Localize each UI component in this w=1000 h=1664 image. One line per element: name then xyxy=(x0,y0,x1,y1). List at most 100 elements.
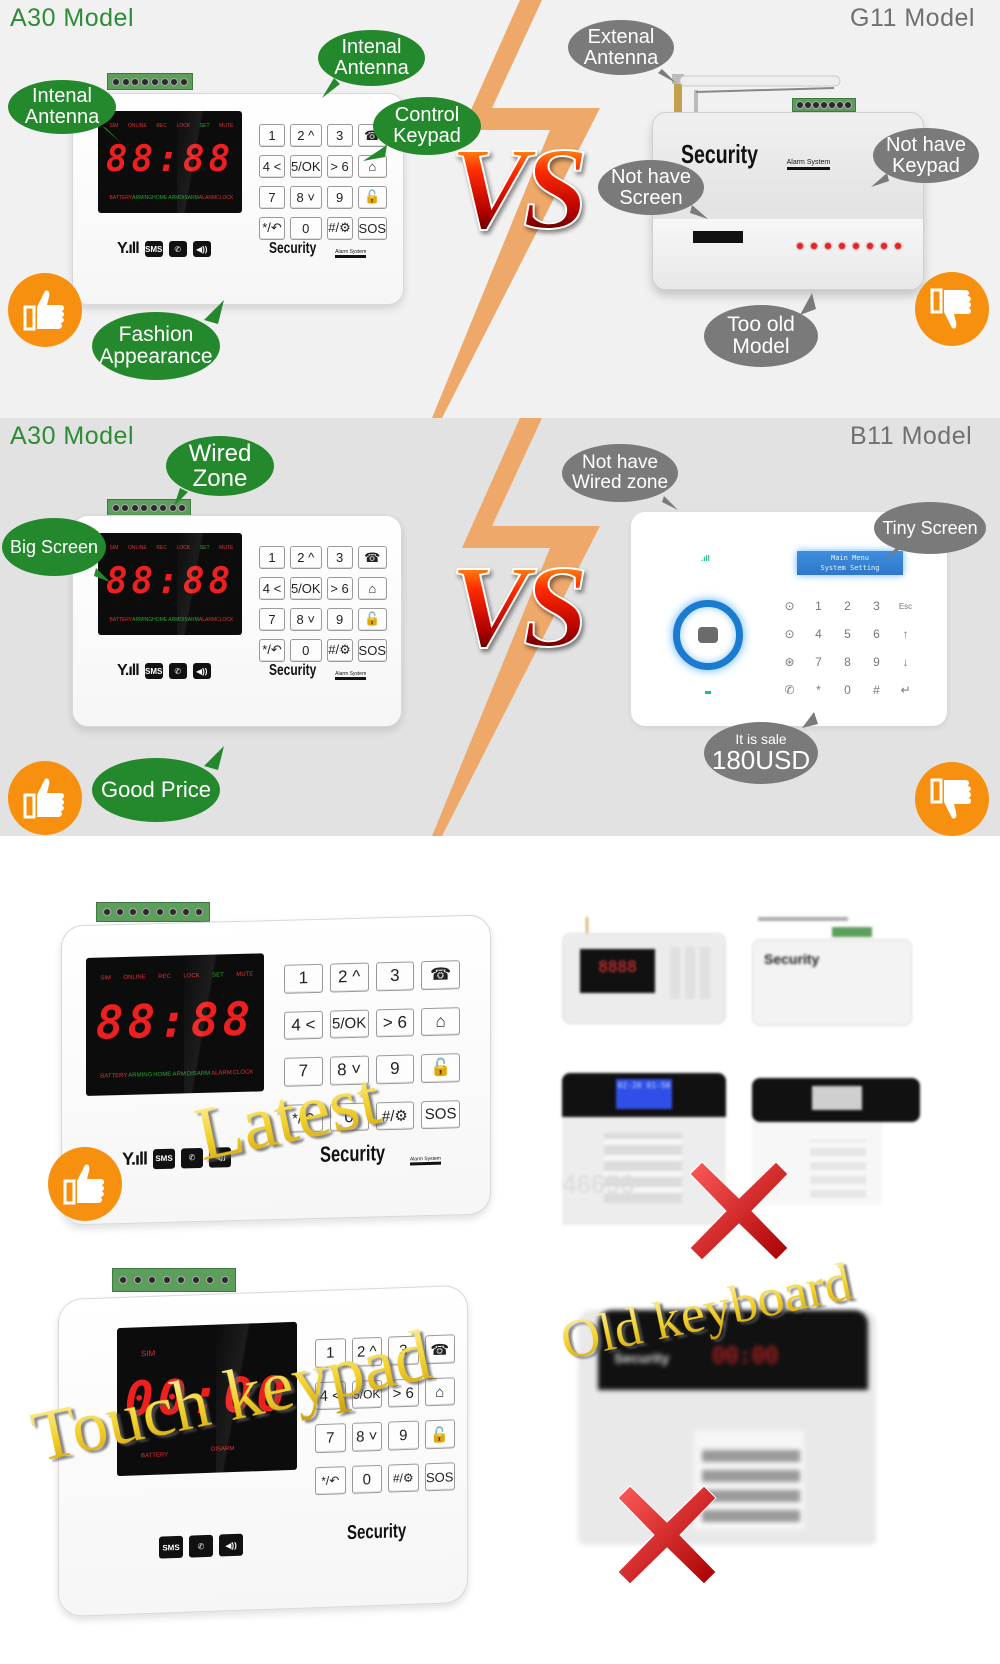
key-7[interactable]: 7 xyxy=(259,607,285,631)
key-0[interactable]: 0 xyxy=(289,216,322,240)
key-star-back[interactable]: */↶ xyxy=(259,216,285,240)
key-1[interactable]: 1 xyxy=(259,124,285,148)
key-9[interactable]: 9 xyxy=(326,185,353,209)
keypad: 1 2 ^ 3 ☎ 4 < 5/OK > 6 ⌂ 7 8 ˅ 9 🔓 */↶ 0… xyxy=(259,546,387,662)
signal-icon: Y.ıll xyxy=(117,240,140,257)
bubble-internal-antenna-left: Intenal Antenna xyxy=(8,80,122,144)
signal-icon: .ıll xyxy=(701,554,710,563)
phone-icon: ✆ xyxy=(168,241,187,257)
bubble-good-price: Good Price xyxy=(92,746,224,822)
key-1[interactable]: 1 xyxy=(259,546,285,570)
key-2-up[interactable]: 2 ^ xyxy=(289,546,322,570)
key-6-right[interactable]: > 6 xyxy=(326,155,353,178)
bubble-fashion-appearance: Fashion Appearance xyxy=(92,300,224,380)
a30-vs-b11-panel: A30 Model B11 Model SIM ONLINE REC LOCK SET M… xyxy=(0,418,1000,836)
clock-digits: 88:88 xyxy=(105,139,235,180)
speaker-icon: ◀)) xyxy=(192,663,211,679)
a30-vs-g11-panel: A30 Model G11 Model SIM ONLINE REC LOCK SET M… xyxy=(0,0,1000,418)
left-model-title: A30 Model xyxy=(10,4,135,32)
sms-icon: SMS xyxy=(144,241,163,257)
thumbs-down-badge xyxy=(915,762,989,836)
key-sos[interactable]: SOS xyxy=(357,638,387,662)
key-home-arm[interactable]: ⌂ xyxy=(421,1006,460,1037)
phone-icon: ✆ xyxy=(189,1534,213,1558)
key-disarm[interactable]: 🔓 xyxy=(421,1053,460,1083)
thumbs-down-badge xyxy=(915,272,989,346)
security-brand-logo: Security xyxy=(347,1519,407,1545)
key-phone[interactable]: ☎ xyxy=(421,960,460,990)
key-sos[interactable]: SOS xyxy=(424,1462,455,1492)
key-4-left[interactable]: 4 < xyxy=(284,1010,323,1040)
key-3[interactable]: 3 xyxy=(375,961,415,991)
key-7[interactable]: 7 xyxy=(259,185,285,209)
arm-button-ring[interactable] xyxy=(673,600,743,670)
bubble-wired-zone: Wired Zone xyxy=(166,436,274,506)
key-7[interactable]: 7 xyxy=(315,1423,346,1454)
a30-alarm-panel: SIM ONLINE REC LOCK SET MUTE 88:88 BATTERY ARM… xyxy=(72,93,404,305)
key-hash-settings[interactable]: #/⚙ xyxy=(388,1463,419,1493)
thumbs-down-icon xyxy=(930,778,971,819)
key-phone[interactable]: ☎ xyxy=(357,546,387,570)
key-9[interactable]: 9 xyxy=(388,1420,419,1451)
key-3[interactable]: 3 xyxy=(326,124,353,148)
key-9[interactable]: 9 xyxy=(326,607,353,631)
status-icons-top: SIM ONLINE REC LOCK SET MUTE xyxy=(109,123,234,129)
new-vs-old-panel: SIM ONLINE REC LOCK SET MUTE 88:88 BATTERY ARM… xyxy=(0,836,1000,1664)
key-sos[interactable]: SOS xyxy=(421,1099,460,1130)
key-disarm[interactable]: 🔓 xyxy=(357,607,387,631)
signal-icon: Y.ıll xyxy=(117,662,140,679)
key-6-right[interactable]: > 6 xyxy=(326,577,353,600)
key-sos[interactable]: SOS xyxy=(357,216,387,240)
latest-a30-panel: SIM ONLINE REC LOCK SET MUTE 88:88 BATTERY ARM… xyxy=(61,914,491,1226)
key-8-down[interactable]: 8 ˅ xyxy=(289,607,322,631)
left-model-title: A30 Model xyxy=(10,422,135,450)
key-4-left[interactable]: 4 < xyxy=(259,577,285,600)
speaker-icon: ◀)) xyxy=(219,1533,243,1557)
key-0[interactable]: 0 xyxy=(351,1464,382,1494)
bubble-too-old: Too old Model xyxy=(704,293,818,367)
key-2-up[interactable]: 2 ^ xyxy=(289,124,322,148)
wired-zone-terminal xyxy=(96,902,210,922)
key-6-right[interactable]: > 6 xyxy=(375,1007,415,1038)
zone-leds xyxy=(797,243,901,249)
key-5-ok[interactable]: 5/OK xyxy=(289,577,322,600)
key-9[interactable]: 9 xyxy=(375,1054,415,1084)
speaker-icon: ◀)) xyxy=(192,241,211,257)
key-1[interactable]: 1 xyxy=(284,963,323,994)
wired-zone-terminal xyxy=(112,1268,236,1292)
led-display: SIM ONLINE REC LOCK SET MUTE 88:88 BATTERY ARM… xyxy=(98,533,242,635)
key-5-ok[interactable]: 5/OK xyxy=(329,1009,369,1039)
home-icon[interactable]: ⊛ xyxy=(775,648,804,676)
key-hash-settings[interactable]: #/⚙ xyxy=(326,216,353,240)
key-star-back[interactable]: */↶ xyxy=(259,638,285,662)
key-disarm[interactable]: 🔓 xyxy=(357,185,387,209)
key-5-ok[interactable]: 5/OK xyxy=(289,155,322,178)
bubble-internal-antenna-top: Intenal Antenna xyxy=(318,30,425,98)
key-4-left[interactable]: 4 < xyxy=(259,155,285,178)
key-8-down[interactable]: 8 ˅ xyxy=(351,1421,382,1452)
key-8-down[interactable]: 8 ˅ xyxy=(289,185,322,209)
key-hash-settings[interactable]: #/⚙ xyxy=(326,638,353,662)
keypad: 1 2 ^ 3 ☎ 4 < 5/OK > 6 ⌂ 7 8 ˅ 9 🔓 */↶ 0… xyxy=(259,124,387,240)
key-3[interactable]: 3 xyxy=(326,546,353,570)
thumbs-up-icon xyxy=(23,778,64,819)
thumbs-down-icon xyxy=(930,288,971,329)
lock-icon[interactable]: ⊙ xyxy=(775,592,804,620)
led-display: SIM ONLINE REC LOCK SET MUTE 88:88 BATTERY ARM… xyxy=(86,953,264,1096)
sms-icon: SMS xyxy=(153,1148,176,1169)
red-x-icon xyxy=(689,1161,789,1261)
phone-icon[interactable]: ✆ xyxy=(775,676,804,704)
b11-touch-keypad: ⊙ 1 2 3 Esc ⊙ 4 5 6 ↑ ⊛ 7 8 9 ↓ ✆ * 0 # ↵ xyxy=(775,592,920,704)
key-2-up[interactable]: 2 ^ xyxy=(329,962,369,993)
unlock-icon[interactable]: ⊙ xyxy=(775,620,804,648)
key-star-back[interactable]: */↶ xyxy=(315,1466,346,1496)
thumbs-up-icon xyxy=(63,1164,104,1205)
bubble-price: It is sale 180USD xyxy=(704,712,818,784)
bubble-external-antenna: Extenal Antenna xyxy=(568,20,676,83)
security-brand-logo: Security Alarm System xyxy=(269,662,367,680)
g11-security-logo: Security Alarm System xyxy=(681,139,831,170)
key-disarm[interactable]: 🔓 xyxy=(424,1419,455,1450)
key-home-arm[interactable]: ⌂ xyxy=(357,577,387,600)
key-0[interactable]: 0 xyxy=(289,638,322,662)
watermark: 46656 xyxy=(562,1169,635,1199)
